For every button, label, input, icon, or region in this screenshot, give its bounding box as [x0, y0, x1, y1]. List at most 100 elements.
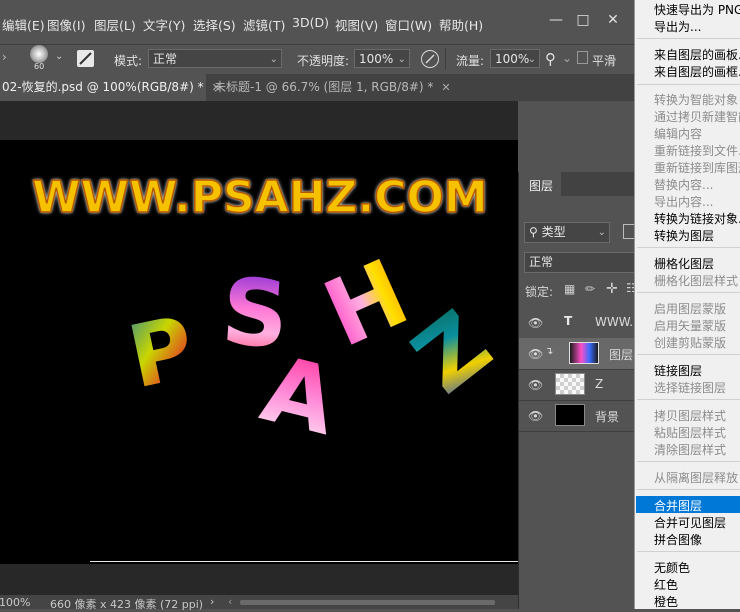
menu-item-merge-layers[interactable]: 合并图层: [654, 497, 702, 514]
tab-label: 未标题-1 @ 66.7% (图层 1, RGB/8#) *: [214, 80, 434, 94]
menu-item-frame-from-layers[interactable]: 来自图层的画框...: [654, 63, 740, 80]
layer-filter-select[interactable]: ⚲ 类型 ⌄: [524, 222, 610, 243]
opacity-value: 100%: [359, 52, 394, 66]
headline-text: WWW.PSAHZ.COM: [31, 171, 488, 224]
menu-item-export-contents: 导出内容...: [654, 195, 714, 209]
menu-item-clear-layer-style: 清除图层样式: [654, 443, 727, 457]
smooth-label: 平滑: [592, 54, 617, 68]
menu-select[interactable]: 选择(S): [193, 15, 236, 34]
menu-help[interactable]: 帮助(H): [439, 15, 483, 34]
lock-move-icon[interactable]: ✛: [606, 281, 618, 297]
text-layer-icon: T: [564, 314, 573, 328]
horizontal-scrollbar[interactable]: [240, 600, 495, 605]
menu-bar: 编辑(E) 图像(I) 图层(L) 文字(Y) 选择(S) 滤镜(T) 3D(D…: [0, 0, 634, 45]
menu-view[interactable]: 视图(V): [335, 15, 378, 34]
minimize-icon[interactable]: —: [543, 9, 569, 31]
menu-edit[interactable]: 编辑(E): [2, 15, 45, 34]
menu-item-artboard-from-layers[interactable]: 来自图层的画板...: [654, 46, 740, 63]
menu-item-relink-to-library: 重新链接到库图形...: [654, 161, 740, 175]
divider: [637, 292, 740, 293]
workspace-area: [0, 101, 518, 140]
menu-image[interactable]: 图像(I): [47, 15, 85, 34]
document-canvas[interactable]: WWW.PSAHZ.COM P S A H Z: [0, 140, 518, 564]
brush-settings-icon[interactable]: [77, 50, 94, 67]
menu-item-paste-layer-style: 粘贴图层样式: [654, 426, 727, 440]
menu-item-convert-to-layers[interactable]: 转换为图层: [654, 227, 714, 244]
menu-item-merge-visible[interactable]: 合并可见图层: [654, 514, 726, 531]
menu-3d[interactable]: 3D(D): [292, 15, 329, 30]
menu-item-orange[interactable]: 橙色: [654, 593, 678, 609]
checkbox-smooth[interactable]: [577, 51, 588, 64]
divider: [637, 354, 740, 355]
menu-item-export-as[interactable]: 导出为...: [654, 18, 701, 35]
menu-item-convert-to-linked[interactable]: 转换为链接对象...: [654, 210, 740, 227]
flow-input[interactable]: 100% ⌄: [490, 49, 540, 68]
menu-item-relink-to-file: 重新链接到文件...: [654, 144, 740, 158]
menu-item-new-smart-object-via-copy: 通过拷贝新建智能对象: [654, 110, 740, 124]
menu-item-red[interactable]: 红色: [654, 576, 678, 593]
divider: [637, 489, 740, 490]
brush-preset-icon[interactable]: [30, 45, 48, 63]
layer-name: 背景: [595, 410, 620, 424]
menu-layer[interactable]: 图层(L): [94, 15, 136, 34]
menu-filter[interactable]: 滤镜(T): [243, 15, 285, 34]
menu-window[interactable]: 窗口(W): [385, 15, 432, 34]
tab-document-1[interactable]: 02-恢复的.psd @ 100%(RGB/8#) * ✕: [0, 74, 221, 101]
tab-layers[interactable]: 图层: [519, 172, 561, 196]
lock-brush-icon[interactable]: ✏: [585, 282, 595, 296]
layer-row-image[interactable]: 👁 ↴ 图层: [519, 338, 635, 370]
status-bar: 100% 660 像素 x 423 像素 (72 ppi) › ‹: [0, 595, 518, 611]
layer-row-background[interactable]: 👁 背景: [519, 400, 635, 432]
chevron-right-icon[interactable]: ›: [210, 595, 214, 608]
menu-item-select-linked-layers: 选择链接图层: [654, 381, 727, 395]
zoom-level[interactable]: 100%: [0, 596, 30, 609]
restore-icon[interactable]: □: [570, 9, 596, 31]
tab-label: 02-恢复的.psd @ 100%(RGB/8#) *: [2, 80, 204, 94]
eye-icon[interactable]: 👁: [528, 378, 543, 392]
layer-thumbnail: [555, 404, 585, 426]
chevron-down-icon: ⌄: [269, 54, 278, 65]
layer-thumbnail: [555, 373, 585, 395]
divider: [637, 247, 740, 248]
eye-icon[interactable]: 👁: [528, 409, 543, 423]
context-menu: 快速导出为 PNG 导出为... 来自图层的画板... 来自图层的画框... 转…: [634, 0, 740, 609]
tool-chevron-icon[interactable]: ›: [2, 50, 7, 64]
document-info: 660 像素 x 423 像素 (72 ppi): [50, 598, 204, 611]
chevron-down-icon[interactable]: ⌄: [562, 51, 572, 65]
menu-item-release-from-isolation: 从隔离图层释放: [654, 471, 739, 485]
menu-item-rasterize-layer[interactable]: 栅格化图层: [654, 255, 714, 272]
pressure-opacity-icon[interactable]: [421, 50, 439, 68]
options-bar: › 60 ⌄ 模式: 正常 ⌄ 不透明度: 100% ⌄ 流量: 100% ⌄ …: [0, 44, 634, 74]
tab-document-2[interactable]: 未标题-1 @ 66.7% (图层 1, RGB/8#) * ✕: [206, 74, 451, 101]
eye-icon[interactable]: 👁: [528, 347, 543, 361]
brush-dropdown-icon[interactable]: ⌄: [55, 51, 63, 62]
menu-type[interactable]: 文字(Y): [143, 15, 185, 34]
brush-size-value: 60: [34, 62, 45, 71]
mode-value: 正常: [153, 52, 178, 66]
opacity-input[interactable]: 100% ⌄: [354, 49, 410, 68]
flow-label: 流量:: [456, 54, 485, 68]
menu-item-no-color[interactable]: 无颜色: [654, 559, 690, 576]
layer-name: 图层: [609, 348, 634, 362]
close-icon[interactable]: ✕: [600, 9, 626, 31]
search-icon: ⚲: [529, 225, 538, 239]
layer-row-text[interactable]: 👁 T WWW.P: [519, 307, 640, 339]
opacity-label: 不透明度:: [297, 54, 350, 68]
menu-item-convert-smart-object: 转换为智能对象: [654, 93, 739, 107]
divider: [637, 38, 740, 39]
close-icon[interactable]: ✕: [441, 81, 450, 94]
menu-item-flatten-image[interactable]: 拼合图像: [654, 531, 702, 548]
divider: [637, 84, 740, 85]
menu-item-quick-export-png[interactable]: 快速导出为 PNG: [654, 1, 740, 18]
eye-icon[interactable]: 👁: [528, 316, 543, 330]
menu-item-rasterize-layer-style: 栅格化图层样式: [654, 274, 739, 288]
document-tabs: 02-恢复的.psd @ 100%(RGB/8#) * ✕ 未标题-1 @ 66.…: [0, 74, 634, 101]
menu-item-edit-contents: 编辑内容: [654, 127, 703, 141]
layer-row-z[interactable]: 👁 Z: [519, 369, 635, 401]
chevron-left-icon[interactable]: ‹: [228, 595, 232, 608]
blend-mode-select[interactable]: 正常: [524, 252, 637, 273]
airbrush-icon[interactable]: ⚲: [545, 50, 556, 68]
menu-item-link-layers[interactable]: 链接图层: [654, 362, 702, 379]
lock-transparency-icon[interactable]: ▦: [564, 282, 575, 296]
mode-select[interactable]: 正常 ⌄: [148, 49, 282, 68]
